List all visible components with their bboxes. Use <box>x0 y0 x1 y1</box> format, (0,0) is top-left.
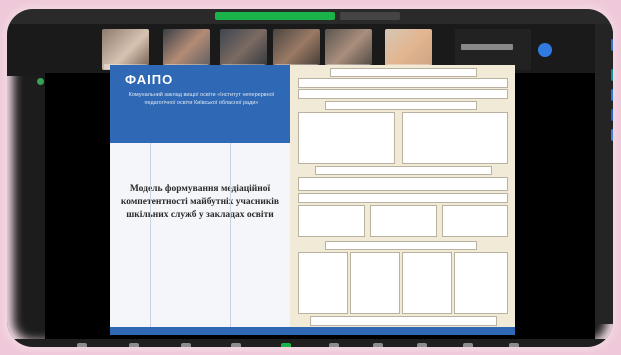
diagram-box <box>310 316 497 326</box>
presentation-slide: ФАІПО Комунальний заклад вищої освіти «І… <box>110 65 515 335</box>
diagram-box <box>454 252 508 314</box>
slide-logo: ФАІПО <box>125 72 174 87</box>
diagram-box <box>298 89 508 99</box>
chrome-icon[interactable] <box>611 39 613 51</box>
participant-name-tile[interactable] <box>455 29 531 70</box>
video-icon <box>129 343 139 347</box>
share-screen-icon <box>281 343 291 347</box>
zoom-window: ФАІПО Комунальний заклад вищої освіти «І… <box>7 9 613 347</box>
more-button[interactable] <box>499 343 529 347</box>
chat-button[interactable] <box>319 343 349 347</box>
slide-divider <box>150 143 151 335</box>
video-button[interactable] <box>119 343 149 347</box>
shield-icon <box>181 343 191 347</box>
diagram-box <box>325 241 477 250</box>
participant-tile[interactable] <box>385 29 432 70</box>
diagram-box <box>298 193 508 203</box>
diagram-box <box>315 166 492 175</box>
slide-divider <box>230 143 231 335</box>
diagram-box <box>370 205 437 237</box>
diagram-box <box>298 177 508 191</box>
security-button[interactable] <box>171 343 201 347</box>
diagram-box <box>325 101 477 110</box>
participant-tile[interactable] <box>325 29 372 70</box>
participant-tile[interactable] <box>273 29 320 70</box>
diagram-box <box>330 68 477 77</box>
participant-tile[interactable] <box>102 29 149 70</box>
meeting-info-chip[interactable] <box>340 12 400 20</box>
diagram-box <box>298 112 395 164</box>
record-icon <box>373 343 383 347</box>
diagram-box <box>402 252 452 314</box>
apps-button[interactable] <box>453 343 483 347</box>
record-button[interactable] <box>363 343 393 347</box>
slide-subtitle: Комунальний заклад вищої освіти «Інститу… <box>128 92 275 106</box>
apps-icon <box>463 343 473 347</box>
screen-share-indicator[interactable] <box>215 12 335 20</box>
slide-header: ФАІПО Комунальний заклад вищої освіти «І… <box>110 65 290 143</box>
diagram-box <box>298 252 348 314</box>
app-icon[interactable] <box>611 109 613 121</box>
diagram-box <box>442 205 508 237</box>
document-diagram <box>290 65 515 335</box>
slide-title-panel: Модель формування медіаційної компетентн… <box>110 143 290 335</box>
participant-tile[interactable] <box>220 29 267 70</box>
mute-button[interactable] <box>67 343 97 347</box>
window-title-bar <box>7 9 613 24</box>
diagram-box <box>298 205 365 237</box>
microphone-icon <box>77 343 87 347</box>
app-icon[interactable] <box>611 89 613 101</box>
reactions-icon <box>417 343 427 347</box>
diagram-box <box>402 112 508 164</box>
diagram-box <box>298 78 508 88</box>
participants-button[interactable] <box>221 343 251 347</box>
more-icon <box>509 343 519 347</box>
chat-icon <box>329 343 339 347</box>
diagram-box <box>350 252 400 314</box>
app-icon[interactable] <box>611 129 613 141</box>
participants-icon <box>231 343 241 347</box>
app-icon[interactable] <box>611 69 613 81</box>
connection-status-icon <box>37 78 44 85</box>
participant-name <box>461 44 513 50</box>
slide-title: Модель формування медіаційної компетентн… <box>120 184 280 220</box>
participant-tile[interactable] <box>163 29 210 70</box>
reactions-button[interactable] <box>407 343 437 347</box>
avatar[interactable] <box>538 43 552 57</box>
slide-footer-bar <box>110 327 515 335</box>
share-screen-button[interactable] <box>271 343 301 347</box>
